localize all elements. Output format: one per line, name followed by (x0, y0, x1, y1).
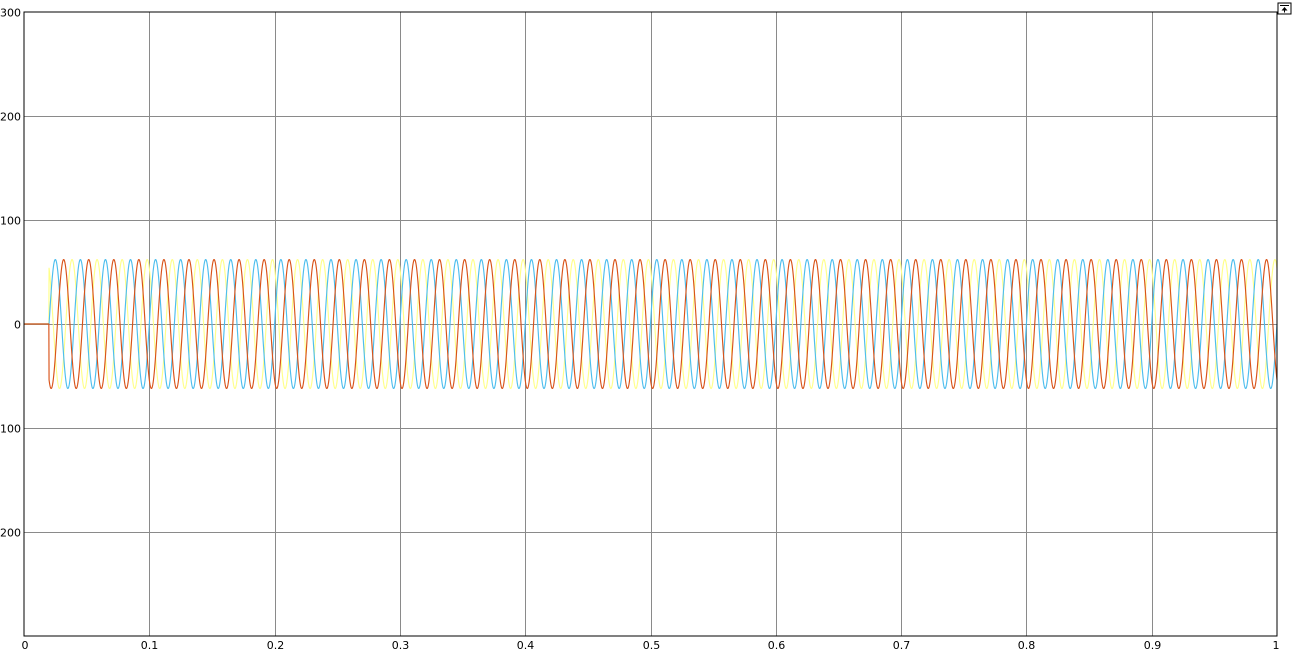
restore-axes-icon[interactable] (1277, 2, 1292, 15)
y-tick-labels: 300 200 100 0 -100 -200 (0, 7, 21, 540)
y-tick-label: -200 (0, 527, 21, 540)
y-tick-label: 300 (0, 7, 21, 20)
x-tick-label: 0 (22, 639, 29, 652)
x-tick-label: 0.9 (1144, 639, 1162, 652)
y-tick-label: -100 (0, 423, 21, 436)
y-tick-label: 0 (14, 319, 21, 332)
x-tick-labels: 0 0.1 0.2 0.3 0.4 0.5 0.6 0.7 0.8 0.9 1 (22, 639, 1280, 652)
y-tick-label: 200 (0, 111, 21, 124)
y-tick-label: 100 (0, 215, 21, 228)
x-tick-label: 0.1 (141, 639, 159, 652)
x-tick-label: 1 (1273, 639, 1280, 652)
x-tick-label: 0.8 (1018, 639, 1036, 652)
x-tick-label: 0.3 (392, 639, 410, 652)
scope-plot: 0 0.1 0.2 0.3 0.4 0.5 0.6 0.7 0.8 0.9 1 300 200 100 0… (0, 2, 1292, 652)
x-tick-label: 0.2 (267, 639, 285, 652)
x-tick-label: 0.4 (517, 639, 535, 652)
x-tick-label: 0.5 (643, 639, 661, 652)
x-tick-label: 0.7 (893, 639, 911, 652)
x-tick-label: 0.6 (768, 639, 786, 652)
